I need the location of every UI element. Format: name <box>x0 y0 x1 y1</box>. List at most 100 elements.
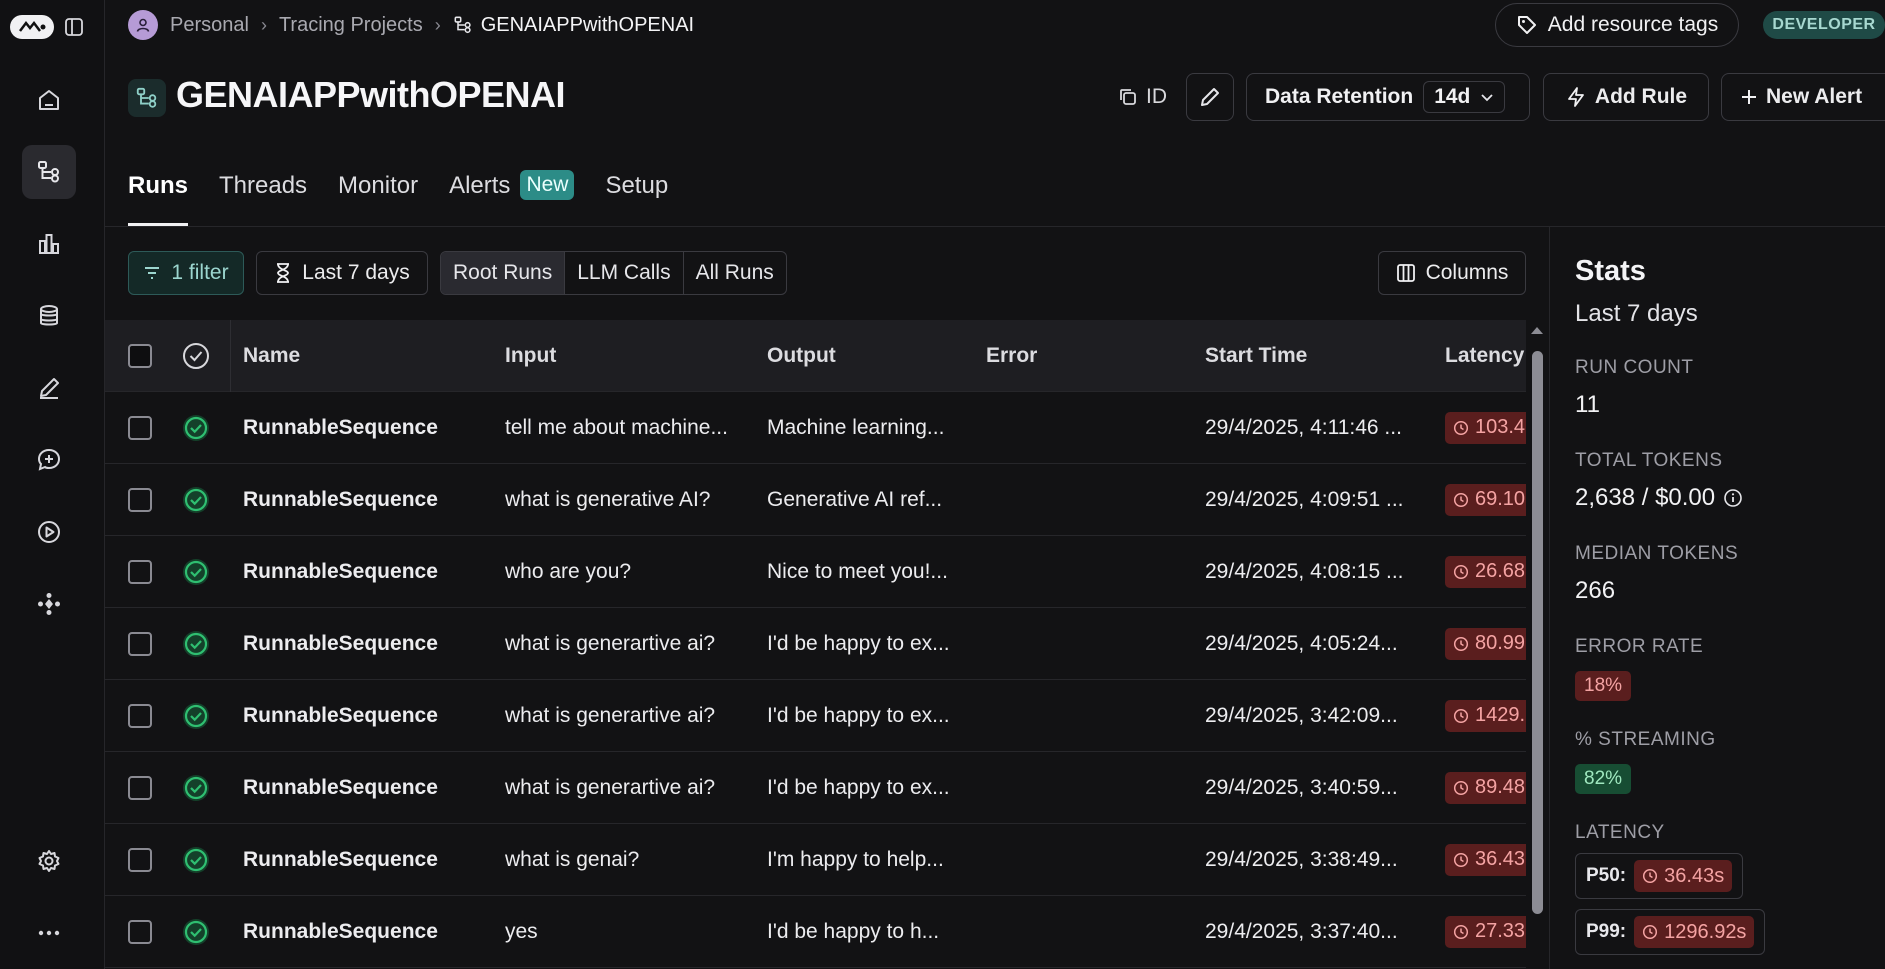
filter-button[interactable]: 1 filter <box>128 251 244 295</box>
latency-value: 26.68 <box>1475 560 1526 582</box>
breadcrumb-section[interactable]: Tracing Projects <box>279 14 423 37</box>
stats-range: Last 7 days <box>1575 300 1698 327</box>
column-header-name[interactable]: Name <box>243 344 300 368</box>
table-row[interactable]: RunnableSequence yes I'd be happy to h... 2… <box>105 896 1526 968</box>
total-tokens-label: TOTAL TOKENS <box>1575 450 1723 471</box>
tab-threads[interactable]: Threads <box>219 166 307 226</box>
all-runs-option[interactable]: All Runs <box>682 252 786 294</box>
new-alert-button[interactable]: New Alert <box>1721 73 1885 121</box>
column-header-error[interactable]: Error <box>986 344 1037 368</box>
breadcrumb-current: GENAIAPPwithOPENAI <box>453 14 694 37</box>
project-tabs: Runs Threads Monitor Alerts New Setup <box>128 166 668 226</box>
latency-value: 103.4 <box>1475 416 1526 438</box>
clock-icon <box>1453 564 1469 579</box>
column-header-latency[interactable]: Latency <box>1445 344 1524 368</box>
info-icon[interactable] <box>1723 488 1743 508</box>
settings-icon[interactable] <box>22 834 76 888</box>
user-avatar-icon <box>128 10 158 40</box>
row-checkbox[interactable] <box>128 415 152 440</box>
row-checkbox[interactable] <box>128 703 152 728</box>
deployments-icon[interactable] <box>22 577 76 631</box>
median-tokens-value: 266 <box>1575 577 1616 604</box>
add-resource-tags-button[interactable]: Add resource tags <box>1495 3 1739 47</box>
breadcrumb: Personal › Tracing Projects › GENAIAPPwi… <box>128 10 694 40</box>
dashboard-icon[interactable] <box>22 217 76 271</box>
sidebar-toggle-icon[interactable] <box>64 17 84 37</box>
table-scrollbar-thumb[interactable] <box>1532 351 1543 914</box>
table-row[interactable]: RunnableSequence what is generartive ai? I… <box>105 680 1526 752</box>
clock-icon <box>1453 708 1469 723</box>
table-row[interactable]: RunnableSequence what is generartive ai? I… <box>105 752 1526 824</box>
playground-icon[interactable] <box>22 505 76 559</box>
run-output: I'd be happy to ex... <box>767 631 950 655</box>
stats-title: Stats <box>1575 255 1646 287</box>
run-name[interactable]: RunnableSequence <box>243 704 438 728</box>
prompts-icon[interactable] <box>22 433 76 487</box>
tab-monitor-label: Monitor <box>338 172 419 199</box>
error-rate-badge: 18% <box>1575 671 1632 701</box>
run-name[interactable]: RunnableSequence <box>243 632 438 656</box>
column-header-output[interactable]: Output <box>767 344 836 368</box>
pencil-icon <box>1201 88 1219 106</box>
clock-icon <box>1453 636 1469 651</box>
tab-threads-label: Threads <box>219 172 308 199</box>
llm-calls-option[interactable]: LLM Calls <box>564 252 682 294</box>
latency-value: 1429. <box>1475 704 1526 726</box>
row-checkbox[interactable] <box>128 775 152 800</box>
breadcrumb-workspace[interactable]: Personal <box>170 14 249 37</box>
tracing-icon[interactable] <box>22 145 76 199</box>
annotation-icon[interactable] <box>22 361 76 415</box>
row-checkbox[interactable] <box>128 631 152 656</box>
latency-badge: 69.10 <box>1445 483 1526 516</box>
table-row[interactable]: RunnableSequence what is generative AI? Ge… <box>105 464 1526 536</box>
time-range-button[interactable]: Last 7 days <box>256 251 428 295</box>
latency-value: 36.43 <box>1475 848 1526 870</box>
run-name[interactable]: RunnableSequence <box>243 488 438 512</box>
select-all-checkbox[interactable] <box>128 343 152 368</box>
columns-button[interactable]: Columns <box>1378 251 1526 295</box>
table-row[interactable]: RunnableSequence what is genai? I'm happy … <box>105 824 1526 896</box>
row-checkbox[interactable] <box>128 847 152 872</box>
more-icon[interactable] <box>22 906 76 960</box>
error-rate-label: ERROR RATE <box>1575 636 1704 657</box>
run-name[interactable]: RunnableSequence <box>243 560 438 584</box>
row-checkbox[interactable] <box>128 487 152 512</box>
run-latency: 36.43 <box>1445 843 1526 876</box>
tab-setup[interactable]: Setup <box>605 166 668 226</box>
run-name[interactable]: RunnableSequence <box>243 776 438 800</box>
run-name[interactable]: RunnableSequence <box>243 848 438 872</box>
runs-table: Name Input Output Error Start Time Laten… <box>105 320 1526 969</box>
table-row[interactable]: RunnableSequence tell me about machine...… <box>105 392 1526 464</box>
run-latency: 69.10 <box>1445 483 1526 516</box>
plus-icon <box>1742 90 1756 104</box>
project-icon <box>128 79 166 117</box>
row-checkbox[interactable] <box>128 919 152 944</box>
run-output: Generative AI ref... <box>767 487 943 511</box>
app-logo[interactable] <box>10 15 54 39</box>
table-row[interactable]: RunnableSequence what is generartive ai? I… <box>105 608 1526 680</box>
scroll-up-icon[interactable] <box>1527 323 1547 337</box>
tab-runs[interactable]: Runs <box>128 166 188 226</box>
clock-icon <box>1643 924 1658 940</box>
tab-alerts[interactable]: Alerts New <box>449 166 575 226</box>
copy-id-button[interactable]: ID <box>1118 80 1167 114</box>
run-name[interactable]: RunnableSequence <box>243 416 438 440</box>
column-header-start-time[interactable]: Start Time <box>1205 344 1307 368</box>
run-name[interactable]: RunnableSequence <box>243 920 438 944</box>
root-runs-option[interactable]: Root Runs <box>441 252 565 294</box>
run-input: what is generartive ai? <box>505 631 716 655</box>
table-row[interactable]: RunnableSequence who are you? Nice to meet… <box>105 536 1526 608</box>
edit-project-button[interactable] <box>1186 73 1234 121</box>
columns-label: Columns <box>1425 261 1509 284</box>
p99-label: P99: <box>1586 921 1627 942</box>
tab-monitor[interactable]: Monitor <box>338 166 418 226</box>
run-input: what is generartive ai? <box>505 703 716 727</box>
tag-icon <box>1517 16 1536 34</box>
row-checkbox[interactable] <box>128 559 152 584</box>
data-retention-select[interactable]: 14d <box>1423 81 1506 113</box>
run-start-time: 29/4/2025, 3:37:40... <box>1205 919 1398 943</box>
home-icon[interactable] <box>22 73 76 127</box>
add-rule-button[interactable]: Add Rule <box>1543 73 1709 121</box>
column-header-input[interactable]: Input <box>505 344 556 368</box>
datasets-icon[interactable] <box>22 289 76 343</box>
